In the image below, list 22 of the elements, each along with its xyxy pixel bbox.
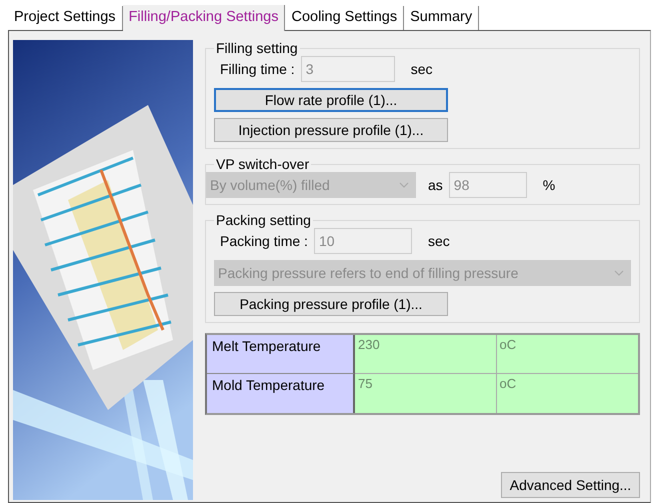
table-cell[interactable]: 75: [355, 374, 496, 413]
field-label: Packing time :: [219, 233, 308, 249]
advanced-setting-button[interactable]: Advanced Setting...: [501, 472, 640, 498]
group-title: VP switch-over: [215, 156, 310, 172]
unit-label: sec: [428, 233, 450, 249]
profile-button[interactable]: Flow rate profile (1)...: [214, 88, 448, 112]
unit-label: %: [542, 177, 556, 193]
table-cell: Mold Temperature: [207, 374, 355, 413]
table-cell: oC: [496, 335, 638, 374]
field-label: as: [427, 177, 443, 193]
profile-button[interactable]: Injection pressure profile (1)...: [214, 118, 448, 142]
chevron-down-icon: [614, 270, 624, 276]
table-cell[interactable]: 230: [355, 335, 496, 374]
field-label: Filling time :: [219, 61, 295, 77]
table-cell: oC: [496, 374, 638, 413]
profile-button[interactable]: Packing pressure profile (1)...: [214, 292, 448, 316]
table-cell: Melt Temperature: [207, 335, 355, 374]
group-title: Filling setting: [215, 40, 299, 56]
unit-label: sec: [410, 61, 432, 77]
group-title: Packing setting: [215, 212, 312, 228]
tab[interactable]: Filling/Packing Settings: [122, 5, 286, 31]
chevron-down-icon: [399, 182, 409, 188]
